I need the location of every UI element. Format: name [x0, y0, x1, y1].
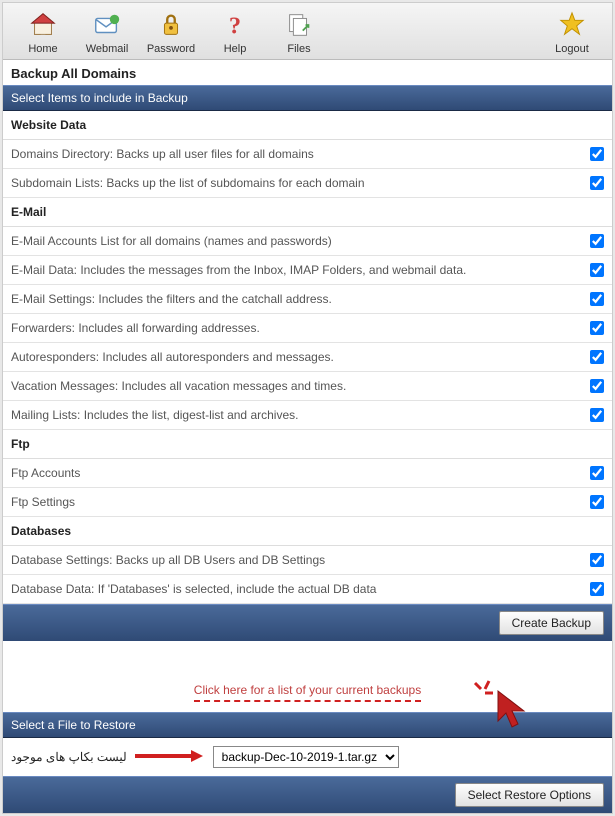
row-forwarders: Forwarders: Includes all forwarding addr…	[3, 314, 612, 343]
checkbox-forwarders[interactable]	[590, 321, 604, 335]
label-domains-directory: Domains Directory: Backs up all user fil…	[11, 147, 590, 161]
help-icon: ?	[219, 9, 251, 41]
label-email-data: E-Mail Data: Includes the messages from …	[11, 263, 590, 277]
row-mailing-lists: Mailing Lists: Includes the list, digest…	[3, 401, 612, 430]
group-databases: Databases	[3, 517, 612, 546]
row-subdomain-lists: Subdomain Lists: Backs up the list of su…	[3, 169, 612, 198]
arrow-right-icon	[135, 749, 205, 766]
label-db-data: Database Data: If 'Databases' is selecte…	[11, 582, 590, 596]
nav-home-label: Home	[28, 43, 57, 55]
row-autoresponders: Autoresponders: Includes all autorespond…	[3, 343, 612, 372]
nav-help[interactable]: ? Help	[203, 7, 267, 57]
lock-icon	[155, 9, 187, 41]
checkbox-mailing-lists[interactable]	[590, 408, 604, 422]
top-toolbar: Home Webmail Password ? Help	[3, 3, 612, 60]
checkbox-db-settings[interactable]	[590, 553, 604, 567]
nav-home[interactable]: Home	[11, 7, 75, 57]
select-restore-options-button[interactable]: Select Restore Options	[455, 783, 604, 807]
nav-logout[interactable]: Logout	[540, 7, 604, 57]
checkbox-domains-directory[interactable]	[590, 147, 604, 161]
label-ftp-accounts: Ftp Accounts	[11, 466, 590, 480]
row-email-settings: E-Mail Settings: Includes the filters an…	[3, 285, 612, 314]
checkbox-subdomain-lists[interactable]	[590, 176, 604, 190]
section-select-items: Select Items to include in Backup	[3, 85, 612, 111]
home-icon	[27, 9, 59, 41]
checkbox-db-data[interactable]	[590, 582, 604, 596]
group-website-data: Website Data	[3, 111, 612, 140]
create-backup-bar: Create Backup	[3, 604, 612, 641]
click-burst-icon	[469, 679, 497, 706]
nav-logout-label: Logout	[555, 43, 589, 55]
restore-file-select[interactable]: backup-Dec-10-2019-1.tar.gz	[213, 746, 399, 768]
logout-icon	[556, 9, 588, 41]
group-ftp: Ftp	[3, 430, 612, 459]
nav-files[interactable]: Files	[267, 7, 331, 57]
label-email-accounts: E-Mail Accounts List for all domains (na…	[11, 234, 590, 248]
row-ftp-settings: Ftp Settings	[3, 488, 612, 517]
svg-text:?: ?	[229, 12, 241, 39]
label-ftp-settings: Ftp Settings	[11, 495, 590, 509]
label-vacation: Vacation Messages: Includes all vacation…	[11, 379, 590, 393]
checkbox-email-settings[interactable]	[590, 292, 604, 306]
label-forwarders: Forwarders: Includes all forwarding addr…	[11, 321, 590, 335]
restore-options-bar: Select Restore Options	[3, 776, 612, 813]
nav-password-label: Password	[147, 43, 195, 55]
checkbox-vacation[interactable]	[590, 379, 604, 393]
files-icon	[283, 9, 315, 41]
create-backup-button[interactable]: Create Backup	[499, 611, 604, 635]
label-autoresponders: Autoresponders: Includes all autorespond…	[11, 350, 590, 364]
page-title: Backup All Domains	[3, 60, 612, 85]
row-db-settings: Database Settings: Backs up all DB Users…	[3, 546, 612, 575]
current-backups-row: Click here for a list of your current ba…	[3, 677, 612, 712]
label-email-settings: E-Mail Settings: Includes the filters an…	[11, 292, 590, 306]
nav-webmail[interactable]: Webmail	[75, 7, 139, 57]
row-email-accounts: E-Mail Accounts List for all domains (na…	[3, 227, 612, 256]
row-ftp-accounts: Ftp Accounts	[3, 459, 612, 488]
nav-webmail-label: Webmail	[86, 43, 129, 55]
checkbox-email-accounts[interactable]	[590, 234, 604, 248]
row-db-data: Database Data: If 'Databases' is selecte…	[3, 575, 612, 604]
nav-help-label: Help	[224, 43, 247, 55]
row-vacation: Vacation Messages: Includes all vacation…	[3, 372, 612, 401]
nav-password[interactable]: Password	[139, 7, 203, 57]
checkbox-ftp-accounts[interactable]	[590, 466, 604, 480]
group-email: E-Mail	[3, 198, 612, 227]
restore-label-rtl: لیست بکاپ های موجود	[11, 750, 127, 764]
cursor-arrow-icon	[494, 687, 534, 734]
row-email-data: E-Mail Data: Includes the messages from …	[3, 256, 612, 285]
checkbox-ftp-settings[interactable]	[590, 495, 604, 509]
label-mailing-lists: Mailing Lists: Includes the list, digest…	[11, 408, 590, 422]
current-backups-link[interactable]: Click here for a list of your current ba…	[194, 683, 421, 702]
checkbox-email-data[interactable]	[590, 263, 604, 277]
webmail-icon	[91, 9, 123, 41]
row-domains-directory: Domains Directory: Backs up all user fil…	[3, 140, 612, 169]
checkbox-autoresponders[interactable]	[590, 350, 604, 364]
label-db-settings: Database Settings: Backs up all DB Users…	[11, 553, 590, 567]
label-subdomain-lists: Subdomain Lists: Backs up the list of su…	[11, 176, 590, 190]
nav-files-label: Files	[287, 43, 310, 55]
